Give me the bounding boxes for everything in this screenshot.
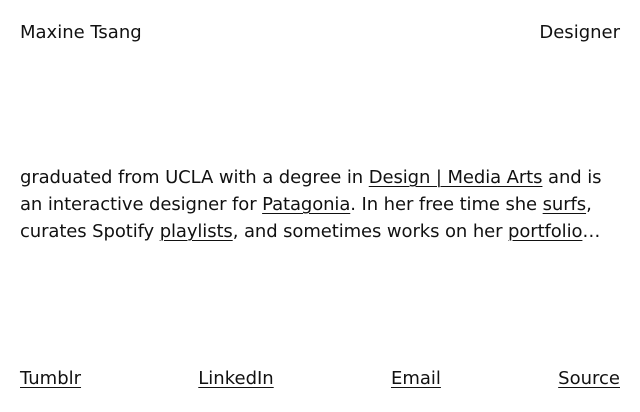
- patagonia-link[interactable]: Patagonia: [262, 194, 350, 215]
- linkedin-link[interactable]: LinkedIn: [198, 366, 273, 392]
- site-owner-name: Maxine Tsang: [20, 22, 142, 43]
- playlists-link[interactable]: playlists: [160, 221, 233, 242]
- footer-links: Tumblr LinkedIn Email Source: [20, 366, 620, 392]
- bio-text-6: …: [582, 221, 601, 242]
- surfs-link[interactable]: surfs: [543, 194, 587, 215]
- portfolio-link[interactable]: portfolio: [508, 221, 582, 242]
- bio-paragraph: graduated from UCLA with a degree in Des…: [20, 164, 620, 245]
- design-media-arts-link[interactable]: Design | Media Arts: [369, 167, 543, 188]
- site-owner-role: Designer: [539, 22, 620, 43]
- email-link[interactable]: Email: [391, 366, 441, 392]
- bio-text-1: graduated from UCLA with a degree in: [20, 167, 369, 188]
- bio-text-5: , and sometimes works on her: [232, 221, 509, 242]
- tumblr-link[interactable]: Tumblr: [20, 366, 81, 392]
- source-link[interactable]: Source: [558, 366, 620, 392]
- bio-text-3: . In her free time she: [350, 194, 543, 215]
- site-header: Maxine Tsang Designer: [20, 20, 620, 46]
